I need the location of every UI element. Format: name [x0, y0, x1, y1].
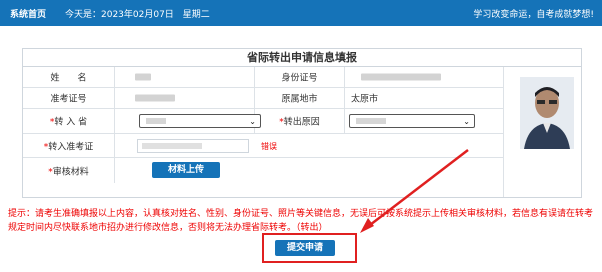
annotation-highlight-box — [262, 233, 357, 263]
slogan-text: 学习改变命运，自考成就梦想! — [473, 10, 594, 20]
form-row-audit-materials: *审核材料 材料上传 — [23, 158, 503, 183]
chevron-down-icon: ⌄ — [463, 117, 470, 126]
form-row-new-exam-number: *转入准考证 错误 — [23, 134, 503, 158]
exam-number-label: 准考证号 — [50, 94, 87, 105]
transfer-application-form: 省际转出申请信息填报 姓 名 身份证号 准考证号 原属地市 太原市 *转 入 省… — [22, 48, 582, 198]
form-row-name: 姓 名 身份证号 — [23, 67, 503, 88]
name-value-redacted — [135, 73, 151, 81]
original-city-label: 原属地市 — [281, 94, 318, 105]
transfer-reason-select[interactable]: ⌄ — [349, 114, 475, 128]
applicant-photo — [520, 77, 574, 149]
form-row-exam-number: 准考证号 原属地市 太原市 — [23, 88, 503, 109]
current-date: 今天是：2023年02月07日 星期二 — [65, 10, 210, 20]
upload-materials-button[interactable]: 材料上传 — [152, 162, 220, 178]
notice-body: 请考生准确填报以上内容，认真核对姓名、性别、身份证号、照片等关键信息，无误后可按… — [8, 209, 594, 233]
notice-prefix: 提示： — [8, 209, 36, 219]
new-exam-number-input[interactable] — [137, 139, 249, 153]
id-number-value-redacted — [361, 73, 441, 81]
person-photo-icon — [520, 77, 574, 149]
transfer-reason-label: 转出原因 — [283, 117, 320, 128]
home-link[interactable]: 系统首页 — [10, 7, 46, 20]
name-label: 姓 名 — [50, 73, 87, 84]
form-title: 省际转出申请信息填报 — [23, 49, 581, 67]
photo-cell — [503, 67, 581, 197]
province-in-label: 转 入 省 — [54, 117, 88, 128]
new-exam-number-label: 转入准考证 — [48, 142, 94, 152]
top-navigation-bar: 系统首页 今天是：2023年02月07日 星期二 学习改变命运，自考成就梦想! — [0, 0, 602, 26]
form-row-province: *转 入 省 ⌄ *转出原因 ⌄ — [23, 109, 503, 134]
exam-number-value-redacted — [135, 94, 175, 102]
original-city-value: 太原市 — [351, 94, 379, 105]
new-exam-number-error: 错误 — [261, 142, 277, 151]
audit-materials-label: 审核材料 — [52, 167, 89, 177]
id-number-label: 身份证号 — [281, 73, 318, 84]
province-in-select[interactable]: ⌄ — [139, 114, 261, 128]
notice-text: 提示：请考生准确填报以上内容，认真核对姓名、性别、身份证号、照片等关键信息，无误… — [8, 207, 596, 235]
